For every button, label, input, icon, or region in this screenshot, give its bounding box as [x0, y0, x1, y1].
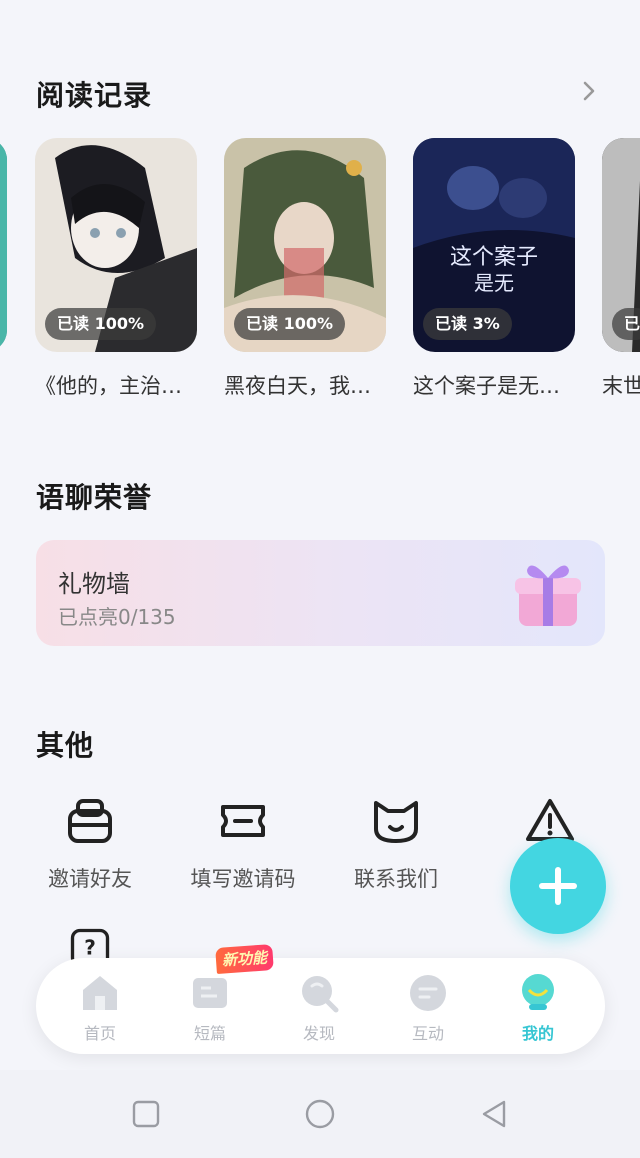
tab-label: 互动	[411, 1024, 444, 1043]
honors-title: 语聊荣誉	[36, 481, 153, 514]
book-cover: 这个案子 是无 已读 3%	[413, 138, 575, 352]
read-progress-badge: 已读 100%	[45, 308, 157, 340]
tab-label: 短篇	[193, 1024, 226, 1043]
bottom-tab-bar: 首页 短篇 发现 互动 我的	[36, 958, 605, 1054]
book-title: 末世	[602, 374, 640, 398]
tool-label: 填写邀请码	[190, 867, 296, 891]
tab-discover[interactable]: 发现	[274, 972, 364, 1044]
book-card[interactable]: 已读 100% 《他的，主治…	[35, 138, 197, 400]
book-title: 黑夜白天，我…	[224, 374, 371, 398]
contact-us-button[interactable]: 联系我们	[336, 795, 456, 893]
book-icon	[193, 978, 227, 1008]
gift-wall-progress: 已点亮0/135	[58, 605, 176, 629]
invite-bag-icon	[68, 799, 112, 843]
invite-friends-button[interactable]: 邀请好友	[30, 795, 150, 893]
home-circle-icon[interactable]	[304, 1098, 336, 1130]
book-card[interactable]: 这个案子 是无 已读 3% 这个案子是无…	[413, 138, 575, 400]
tab-interact[interactable]: 互动	[383, 972, 473, 1044]
read-progress-badge: 已读 100%	[234, 308, 346, 340]
book-title: 这个案子是无…	[413, 374, 560, 398]
home-icon	[83, 976, 117, 1010]
gift-wall-title: 礼物墙	[58, 570, 130, 598]
tab-label: 首页	[83, 1024, 116, 1043]
gift-box-icon	[515, 565, 581, 626]
book-card[interactable]: 已读 100% 黑夜白天，我…	[224, 138, 386, 400]
tab-short-stories[interactable]: 短篇	[165, 972, 255, 1044]
gift-wall-card[interactable]: 礼物墙 已点亮0/135	[36, 540, 605, 646]
tab-label: 发现	[302, 1024, 335, 1043]
profile-orb-icon	[522, 974, 554, 1010]
chat-icon	[410, 975, 446, 1011]
back-triangle-icon[interactable]	[478, 1098, 510, 1130]
tab-label: 我的	[521, 1024, 554, 1043]
recent-apps-icon[interactable]	[130, 1098, 162, 1130]
others-title: 其他	[36, 729, 95, 762]
svg-text:这个案子: 这个案子	[450, 245, 538, 270]
svg-text:是无: 是无	[474, 271, 514, 295]
reading-records-carousel[interactable]: 已读 100% 《他的，主治… 已读 100% 黑夜白天，我… 这个案子 是无 …	[0, 138, 640, 408]
book-cover: 已	[602, 138, 640, 352]
book-card[interactable]: 已 末世	[602, 138, 640, 400]
book-cover: 已读 100%	[224, 138, 386, 352]
reading-records-title: 阅读记录	[36, 79, 153, 112]
tool-label: 邀请好友	[48, 867, 132, 891]
new-feature-badge: 新功能	[215, 944, 274, 974]
system-nav-bar	[0, 1070, 640, 1158]
enter-invite-code-button[interactable]: 填写邀请码	[183, 795, 303, 893]
book-cover	[0, 138, 7, 352]
tool-label: 联系我们	[354, 867, 438, 891]
read-progress-badge: 已	[612, 308, 640, 340]
book-card[interactable]	[0, 138, 7, 352]
cat-face-icon	[374, 801, 418, 843]
discover-icon	[302, 976, 339, 1013]
svg-text:?: ?	[84, 936, 96, 960]
book-title: 《他的，主治…	[35, 374, 182, 398]
tab-home[interactable]: 首页	[55, 972, 145, 1044]
book-cover: 已读 100%	[35, 138, 197, 352]
tab-me[interactable]: 我的	[493, 972, 583, 1044]
chevron-right-icon[interactable]	[578, 80, 600, 102]
create-fab-button[interactable]	[510, 838, 606, 934]
read-progress-badge: 已读 3%	[423, 308, 512, 340]
plus-icon	[539, 867, 577, 905]
ticket-icon	[221, 805, 265, 837]
